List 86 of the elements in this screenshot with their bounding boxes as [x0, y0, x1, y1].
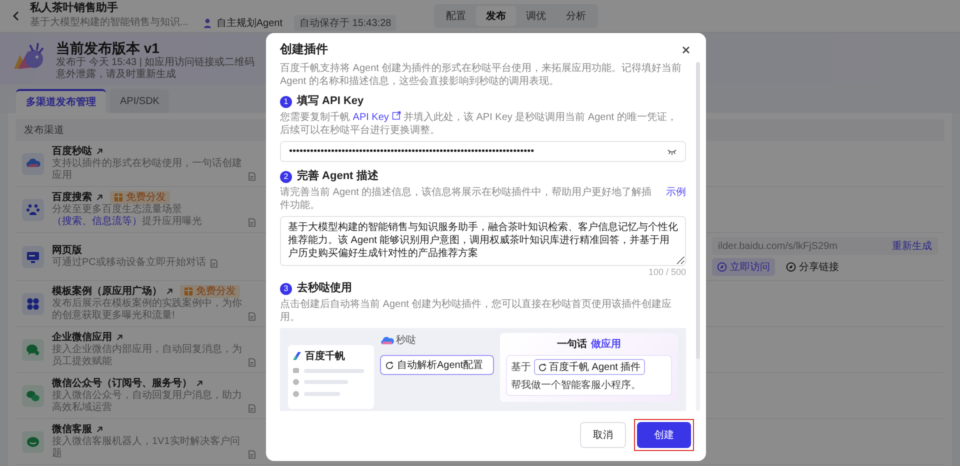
plugin-chip-label: 百度千帆 Agent 插件	[549, 360, 641, 374]
refresh-icon	[538, 362, 547, 372]
cloud-icon	[380, 335, 394, 345]
example-link[interactable]: 示例	[666, 186, 686, 199]
channel-title: 百度秒哒	[52, 145, 92, 158]
step-number: 1	[280, 96, 292, 108]
character-count: 100 / 500	[647, 266, 686, 278]
cloud-icon	[22, 152, 44, 174]
chat-bubble-icon	[22, 338, 44, 360]
app-subtitle: 基于大模型构建的智能销售与知识...	[30, 16, 188, 29]
channel-description: 接入企业微信内部应用，自动回复消息，为员工提效赋能	[52, 344, 243, 368]
step-number: 3	[280, 282, 292, 294]
app-title: 私人茶叶销售助手	[30, 2, 119, 14]
channel-description: 发布后展示在模板案例的实践案例中，为你的创意获取更多曝光和流量!	[52, 298, 243, 322]
compass-icon	[717, 262, 727, 272]
step-title: 填写 API Key	[297, 94, 364, 109]
channel-title: 百度搜索	[52, 191, 92, 204]
app-name: 秒哒	[396, 334, 416, 347]
nav-tab[interactable]: 发布	[476, 6, 516, 26]
description-field[interactable]: 基于大模型构建的智能销售与知识服务助手，融合茶叶知识检索、客户信息记忆与个性化推荐能力。该 Agent 能够识别用户意图，调用权威茶叶知识库进行精准回答，并基于用户历史购买偏好生成针对性的产品推荐方案	[280, 216, 686, 266]
step-title: 去秒哒使用	[297, 281, 352, 296]
api-key-field[interactable]: ••••••••••••••••••••••••••••••••••••••••••••••••••••••••••••••••••••••	[280, 141, 686, 162]
channel-description: 分发至更多百度生态流量场景 （搜索、信息流等）提升应用曝光	[52, 204, 203, 228]
channel-title: 微信客服	[52, 423, 92, 436]
gift-icon	[184, 287, 193, 296]
document-icon	[247, 357, 257, 368]
close-icon	[682, 46, 690, 54]
config-label: 自动解析Agent配置	[397, 358, 484, 372]
description-link[interactable]: （搜索、信息流等）	[52, 216, 142, 227]
promo-label: 免费分发	[126, 191, 166, 204]
url-text: ilder.baidu.com/s/lkFjS29m	[718, 240, 838, 252]
headline-highlight: 做应用	[591, 337, 621, 351]
monitor-icon	[22, 246, 44, 268]
document-icon	[208, 258, 219, 269]
agent-label: 自主规划Agent	[216, 16, 282, 30]
document-icon	[247, 449, 257, 460]
autosave-status: 自动保存于 15:43:28	[294, 14, 396, 30]
headline-text: 一句话	[557, 338, 587, 351]
logo-icon	[292, 351, 302, 361]
share-button[interactable]: 分享链接	[781, 258, 844, 276]
person-icon	[203, 18, 212, 28]
channel-description: 支持以插件的形式在秒哒使用，一句话创建应用	[52, 158, 243, 182]
channel-title: 网页版	[52, 244, 82, 256]
external-link-icon	[392, 111, 401, 120]
document-icon	[247, 217, 257, 228]
release-notice: 发布于 今天 15:43 | 如应用访问链接或二维码意外泄露，请及时重新生成	[56, 57, 256, 81]
channel-title: 模板案例（原应用广场）	[52, 285, 162, 298]
compass-icon	[786, 262, 796, 272]
channel-description: 接入微信公众号，自动回复用户消息，助力高效私域运营	[52, 390, 243, 414]
document-icon	[247, 171, 257, 182]
create-button[interactable]: 创建	[637, 422, 691, 448]
eye-icon	[667, 149, 677, 155]
brand-name: 百度千帆	[305, 349, 345, 363]
document-icon	[247, 311, 257, 322]
scrollbar[interactable]	[696, 62, 700, 411]
nav-tab[interactable]: 分析	[556, 6, 596, 26]
channel-title: 微信公众号（订阅号、服务号）	[52, 377, 192, 390]
step-number: 2	[280, 170, 292, 182]
nav-tab[interactable]: 配置	[436, 6, 476, 26]
gift-icon	[114, 193, 123, 202]
chat-bubbles-icon	[22, 384, 44, 406]
dialog-intro: 百度千帆支持将 Agent 创建为插件的形式在秒哒平台使用，来拓展应用功能。记得填好当前 Agent 的名称和描述信息，这些会直接影响到秒哒的调用表现。	[280, 62, 683, 88]
channel-title: 企业微信应用	[52, 331, 112, 344]
tab[interactable]: 多渠道发布管理	[16, 89, 106, 113]
regenerate-button[interactable]: 重新生成	[892, 239, 932, 253]
smile-bubble-icon	[22, 430, 44, 452]
step-description: 点击创建后自动将当前 Agent 创建为秒哒插件，您可以直接在秒哒首页使用该插件创建应用。	[280, 298, 673, 324]
channel-description: 接入微信客服机器人，1V1实时解决客户问题	[52, 436, 241, 460]
document-icon	[247, 403, 257, 414]
dialog-title: 创建插件	[280, 41, 328, 58]
release-title: 当前发布版本 v1	[56, 39, 160, 56]
prompt-prefix: 基于	[511, 360, 531, 374]
visit-button[interactable]: 立即访问	[712, 258, 775, 276]
back-icon	[12, 11, 20, 21]
paw-icon	[22, 198, 44, 220]
step-title: 完善 Agent 描述	[297, 169, 378, 184]
close-button[interactable]	[680, 44, 692, 56]
step-description: 请完善当前 Agent 的描述信息，该信息将展示在秒哒插件中，帮助用户更好地了解插件功能。	[280, 186, 653, 212]
tab[interactable]: API/SDK	[110, 89, 170, 113]
refresh-icon	[385, 360, 394, 370]
prompt-text: 帮我做一个智能客服小程序。	[511, 378, 641, 392]
cancel-button[interactable]: 取消	[580, 422, 626, 448]
promo-label: 免费分发	[196, 285, 236, 298]
clover-icon	[22, 292, 44, 314]
channel-description: 可通过PC或移动设备立即开始对话	[52, 257, 206, 269]
nav-tab[interactable]: 调优	[516, 6, 556, 26]
